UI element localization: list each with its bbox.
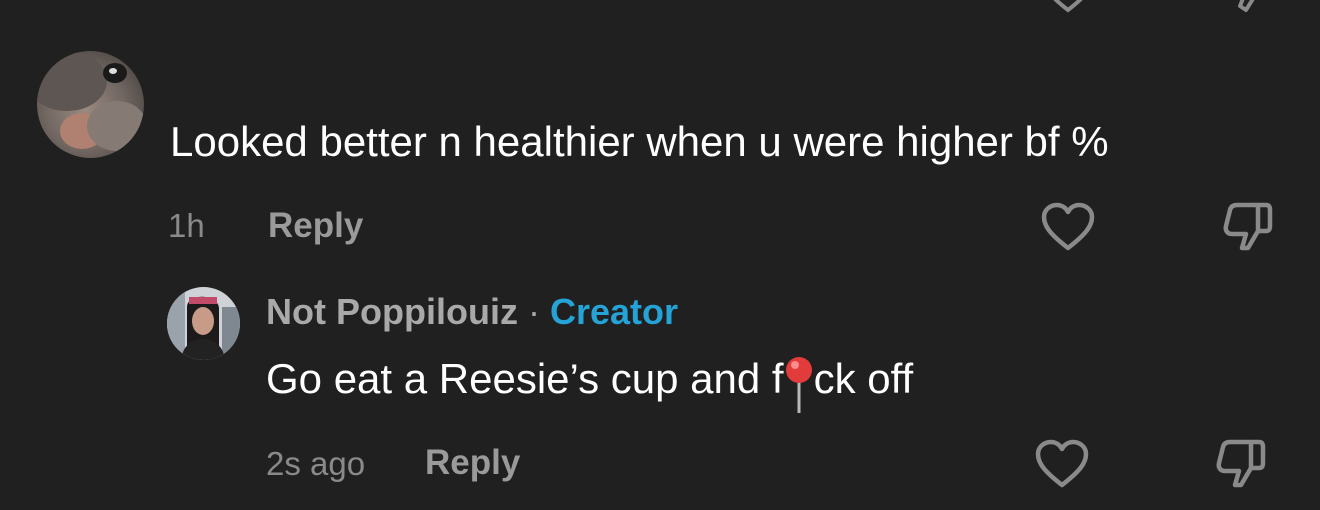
- dislike-icon[interactable]: [1220, 0, 1276, 14]
- creator-badge: Creator: [549, 291, 678, 332]
- comments-panel: Looked better n healthier when u were hi…: [0, 0, 1320, 510]
- pushpin-icon: [784, 355, 814, 413]
- reply-text-end: ck off: [813, 355, 914, 402]
- reply-text-start: Go eat a Reesie’s cup and f: [266, 355, 784, 402]
- comment-text: Looked better n healthier when u were hi…: [170, 118, 1109, 165]
- heart-icon[interactable]: [1040, 0, 1096, 14]
- heart-icon[interactable]: [1040, 201, 1096, 253]
- dislike-icon[interactable]: [1220, 200, 1276, 252]
- heart-icon[interactable]: [1034, 438, 1090, 490]
- commenter-avatar[interactable]: [37, 51, 144, 158]
- reply-author-line: Not Poppilouiz · Creator: [266, 291, 678, 333]
- separator-dot: ·: [517, 291, 550, 332]
- reply-text: Go eat a Reesie’s cup and f ck off: [266, 355, 914, 413]
- reply-timestamp: 2s ago: [266, 445, 366, 482]
- comment-timestamp: 1h: [168, 207, 205, 244]
- reply-reply-button[interactable]: Reply: [425, 443, 520, 483]
- dislike-icon[interactable]: [1213, 437, 1269, 489]
- previous-comment-actions: [0, 0, 1320, 13]
- creator-avatar[interactable]: [167, 287, 240, 360]
- comment-reply-button[interactable]: Reply: [268, 206, 363, 246]
- reply-author-name[interactable]: Not Poppilouiz: [266, 291, 518, 332]
